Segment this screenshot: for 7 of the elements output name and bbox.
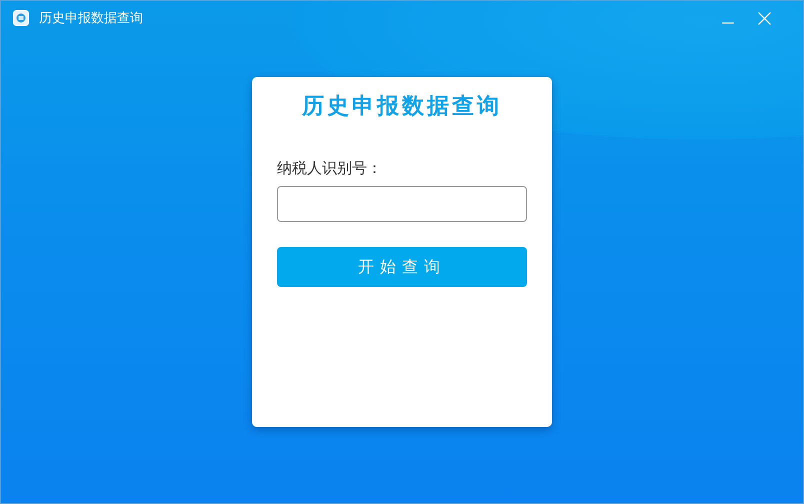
close-icon[interactable]: [758, 12, 771, 24]
start-query-button[interactable]: 开始查询: [277, 247, 527, 287]
taxpayer-id-field[interactable]: [277, 186, 527, 222]
taxpayer-id-label: 纳税人识别号：: [277, 159, 382, 178]
app-icon: [13, 10, 29, 26]
window-title: 历史申报数据查询: [39, 10, 143, 27]
card-heading: 历史申报数据查询: [302, 93, 502, 121]
